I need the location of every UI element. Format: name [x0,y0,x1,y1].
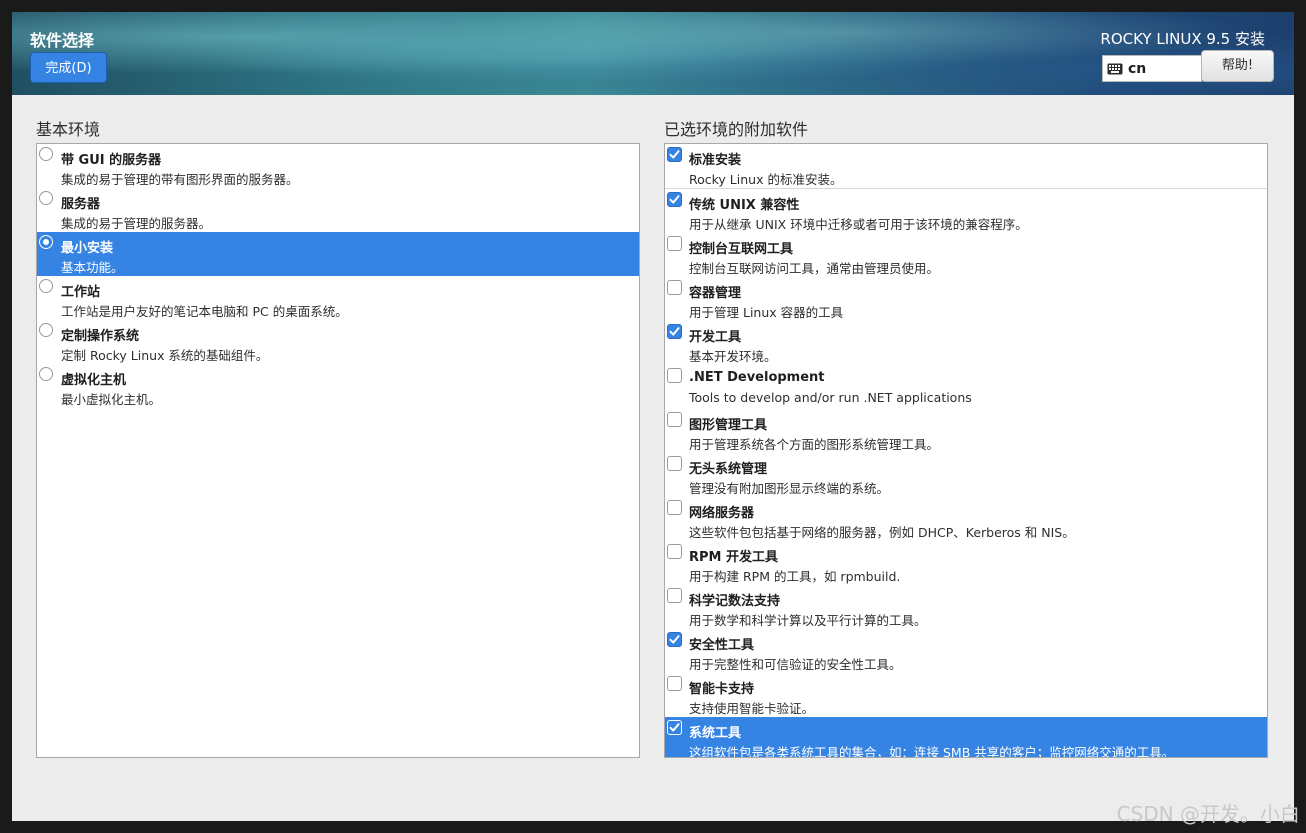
addon-title: 科学记数法支持 [689,594,781,609]
addon-description: 用于构建 RPM 的工具，如 rpmbuild. [689,569,901,584]
radio-button[interactable] [39,279,53,293]
watermark: CSDN @开发。小白 [1116,802,1300,826]
base-env-option[interactable]: 带 GUI 的服务器集成的易于管理的带有图形界面的服务器。 [37,144,639,188]
addon-option[interactable]: 无头系统管理管理没有附加图形显示终端的系统。 [665,453,1267,497]
addon-description: 基本开发环境。 [689,349,777,364]
base-env-list: 带 GUI 的服务器 集成的易于管理的带有图形界面的服务器。 服务器 集成的易于管理的… [36,143,640,758]
addon-description: 这些软件包包括基于网络的服务器，例如 DHCP、Kerberos 和 NIS。 [689,525,1075,540]
base-env-option[interactable]: 工作站工作站是用户友好的笔记本电脑和 PC 的桌面系统。 [37,276,639,320]
addon-title: 系统工具 [689,726,742,741]
checkbox[interactable] [667,720,682,735]
radio-button[interactable] [39,191,53,205]
addon-title: 图形管理工具 [689,418,768,433]
addon-option[interactable]: 传统 UNIX 兼容性用于从继承 UNIX 环境中迁移或者可用于该环境的兼容程序… [665,189,1267,233]
checkbox[interactable] [667,368,682,383]
addon-title: 传统 UNIX 兼容性 [689,198,800,213]
option-description: 定制 Rocky Linux 系统的基础组件。 [61,348,269,363]
addon-description: Rocky Linux 的标准安装。 [689,172,843,187]
addon-description: 管理没有附加图形显示终端的系统。 [689,481,890,496]
addon-description: 支持使用智能卡验证。 [689,701,815,716]
addon-option[interactable]: 智能卡支持支持使用智能卡验证。 [665,673,1267,717]
option-description: 集成的易于管理的带有图形界面的服务器。 [61,172,299,187]
done-button[interactable]: 完成(D) [30,52,107,83]
base-env-heading: 基本环境 [36,120,101,139]
option-title: 虚拟化主机 [61,373,127,388]
checkmark-icon [669,327,680,336]
option-title: 带 GUI 的服务器 [61,153,162,168]
addon-description: 用于管理系统各个方面的图形系统管理工具。 [689,437,940,452]
addon-description: 控制台互联网访问工具，通常由管理员使用。 [689,261,940,276]
addon-option[interactable]: 标准安装 Rocky Linux 的标准安装。 [665,144,1267,188]
option-title: 最小安装 [61,241,114,256]
page-title: 软件选择 [30,31,95,50]
addon-option[interactable]: 安全性工具用于完整性和可信验证的安全性工具。 [665,629,1267,673]
checkmark-icon [669,195,680,204]
radio-button[interactable] [39,367,53,381]
product-title: ROCKY LINUX 9.5 安装 [1100,30,1265,48]
addon-title: 网络服务器 [689,506,755,521]
installer-window: 软件选择 完成(D) ROCKY LINUX 9.5 安装 cn 帮助! 基本环… [12,12,1294,821]
addon-option[interactable]: 控制台互联网工具控制台互联网访问工具，通常由管理员使用。 [665,233,1267,277]
addon-title: 控制台互联网工具 [689,242,794,257]
addons-heading: 已选环境的附加软件 [664,120,809,139]
addon-description: 用于从继承 UNIX 环境中迁移或者可用于该环境的兼容程序。 [689,217,1028,232]
addon-title: 智能卡支持 [689,682,755,697]
addon-option[interactable]: 容器管理用于管理 Linux 容器的工具 [665,277,1267,321]
option-description: 基本功能。 [61,260,124,275]
addon-title: 标准安装 [689,153,742,168]
keyboard-layout-label: cn [1128,60,1147,77]
checkmark-icon [669,635,680,644]
checkbox[interactable] [667,456,682,471]
radio-button[interactable] [39,147,53,161]
option-description: 集成的易于管理的服务器。 [61,216,212,231]
keyboard-layout-indicator[interactable]: cn [1102,55,1202,82]
checkbox[interactable] [667,412,682,427]
option-title: 服务器 [61,197,101,212]
checkbox[interactable] [667,280,682,295]
checkbox[interactable] [667,676,682,691]
checkbox[interactable] [667,236,682,251]
checkbox[interactable] [667,324,682,339]
base-env-option[interactable]: 定制操作系统定制 Rocky Linux 系统的基础组件。 [37,320,639,364]
addon-option[interactable]: 科学记数法支持用于数学和科学计算以及平行计算的工具。 [665,585,1267,629]
addon-title: 安全性工具 [689,638,755,653]
addon-title: RPM 开发工具 [689,550,779,565]
option-description: 工作站是用户友好的笔记本电脑和 PC 的桌面系统。 [61,304,348,319]
base-env-option[interactable]: 最小安装 基本功能。 [37,232,639,276]
addon-description: 用于数学和科学计算以及平行计算的工具。 [689,613,927,628]
addon-description: 用于管理 Linux 容器的工具 [689,305,844,320]
radio-button[interactable] [39,323,53,337]
checkmark-icon [669,723,680,732]
header-bar: 软件选择 完成(D) ROCKY LINUX 9.5 安装 cn 帮助! [12,12,1294,95]
addon-description: 这组软件包是各类系统工具的集合，如：连接 SMB 共享的客户；监控网络交通的工具… [689,745,1175,758]
addon-title: 无头系统管理 [689,462,768,477]
base-env-option[interactable]: 虚拟化主机最小虚拟化主机。 [37,364,639,408]
addon-option[interactable]: RPM 开发工具用于构建 RPM 的工具，如 rpmbuild. [665,541,1267,585]
addon-option[interactable]: 系统工具这组软件包是各类系统工具的集合，如：连接 SMB 共享的客户；监控网络交… [665,717,1267,758]
radio-button[interactable] [39,235,53,249]
addon-option[interactable]: 图形管理工具用于管理系统各个方面的图形系统管理工具。 [665,409,1267,453]
checkmark-icon [669,150,680,159]
addons-list: 标准安装 Rocky Linux 的标准安装。 传统 UNIX 兼容性用于从继承 U… [664,143,1268,758]
checkbox[interactable] [667,544,682,559]
addon-description: Tools to develop and/or run .NET applica… [689,390,972,405]
option-description: 最小虚拟化主机。 [61,392,162,407]
option-title: 工作站 [61,285,101,300]
addon-title: 容器管理 [689,286,742,301]
addon-title: .NET Development [689,370,825,385]
option-title: 定制操作系统 [61,329,140,344]
checkbox[interactable] [667,632,682,647]
keyboard-icon [1107,63,1123,74]
checkbox[interactable] [667,147,682,162]
checkbox[interactable] [667,588,682,603]
addon-option[interactable]: 网络服务器这些软件包包括基于网络的服务器，例如 DHCP、Kerberos 和 … [665,497,1267,541]
addon-option[interactable]: .NET Development Tools to develop and/or … [665,365,1267,409]
checkbox[interactable] [667,500,682,515]
addon-option[interactable]: 开发工具基本开发环境。 [665,321,1267,365]
checkbox[interactable] [667,192,682,207]
addon-description: 用于完整性和可信验证的安全性工具。 [689,657,902,672]
help-button[interactable]: 帮助! [1201,50,1274,82]
addon-title: 开发工具 [689,330,742,345]
base-env-option[interactable]: 服务器集成的易于管理的服务器。 [37,188,639,232]
